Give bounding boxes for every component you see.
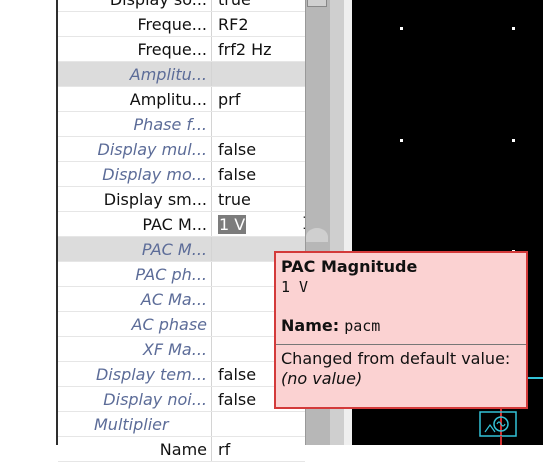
property-value[interactable] [212,412,305,436]
property-value[interactable] [212,62,305,86]
property-name: Name [159,440,207,459]
property-value[interactable]: rf [212,437,305,461]
property-name: Freque... [137,40,207,59]
property-row[interactable]: Display so...true [58,0,305,12]
property-value[interactable]: true [212,0,305,11]
property-name: Phase f... [133,115,207,134]
tooltip-divider [276,344,526,345]
property-name: Display sm... [103,190,207,209]
property-row[interactable]: Phase f... [58,112,305,137]
tooltip-title: PAC Magnitude [281,257,418,276]
property-value[interactable]: true [212,187,305,211]
property-row[interactable]: AC phase [58,312,305,337]
property-row[interactable]: PAC ph... [58,262,305,287]
property-name: AC phase [131,315,207,334]
tooltip-name-label: Name: [281,316,340,335]
property-name: PAC ph... [135,265,207,284]
grid-dot [400,27,403,30]
property-value[interactable]: RF2 [212,12,305,36]
property-row[interactable]: Amplitu... [58,62,305,87]
property-value-field-editing[interactable]: 1 V [212,212,305,236]
property-row[interactable]: PAC M... [58,237,305,262]
property-name: Display mul... [97,140,208,159]
property-value[interactable]: false [212,137,305,161]
property-row[interactable]: XF Ma... [58,337,305,362]
property-name: Display mo... [102,165,207,184]
property-tooltip: PAC Magnitude 1 V Name: pacm Changed fro… [274,251,528,409]
property-row[interactable]: Display tem... false [58,362,305,387]
selected-text[interactable]: 1 V [218,215,247,234]
tooltip-old-value: (no value) [281,369,363,388]
property-name: Multiplier [94,415,169,434]
property-value[interactable] [212,112,305,136]
property-row[interactable]: Freque... RF2 [58,12,305,37]
property-name: AC Ma... [140,290,207,309]
grid-dot [512,27,515,30]
property-row[interactable]: Multiplier [58,412,305,437]
property-name: Display noi... [103,390,207,409]
property-name: PAC M... [142,215,207,234]
left-gutter [0,0,56,445]
tooltip-value: 1 V [281,278,309,296]
tooltip-changed-label: Changed from default value: [281,349,511,368]
property-name: XF Ma... [142,340,207,359]
grid-dot [512,139,515,142]
property-value[interactable]: false [212,162,305,186]
property-name: Display tem... [95,365,207,384]
property-name: Display so... [58,0,211,11]
property-editor-table: Display so...trueFreque...RF2Freque...fr… [58,0,312,462]
property-value[interactable]: prf [212,87,305,111]
scroll-up-arrow-icon[interactable] [307,0,327,7]
property-name: PAC M... [141,240,207,259]
property-row[interactable]: Display mo... false [58,162,305,187]
property-row[interactable]: Amplitu... prf [58,87,305,112]
property-row[interactable]: Freque... frf2 Hz [58,37,305,62]
tooltip-name-line: Name: pacm [281,316,521,336]
scrollbar-thumb[interactable] [306,228,328,242]
property-row[interactable]: Name rf [58,437,305,462]
property-row[interactable]: Display noi... false [58,387,305,412]
property-name: Freque... [137,15,207,34]
property-value[interactable]: frf2 Hz [212,37,305,61]
schematic-wire [528,377,543,379]
port-source-icon [479,411,517,443]
property-name: Amplitu... [129,65,207,84]
grid-dot [400,139,403,142]
property-row[interactable]: Display mul... false [58,137,305,162]
property-row[interactable]: IPAC M...1 V [58,212,312,237]
property-row[interactable]: Display sm... true [58,187,305,212]
property-name: Amplitu... [129,90,207,109]
property-row[interactable]: AC Ma... [58,287,305,312]
tooltip-name-value: pacm [344,317,381,335]
